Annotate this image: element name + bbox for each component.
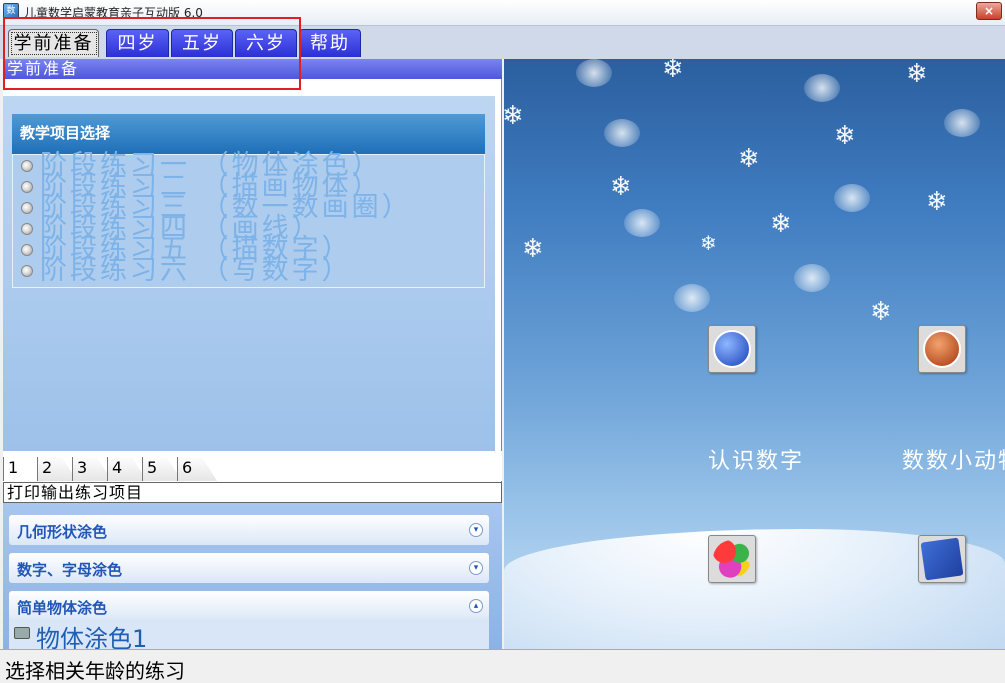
print-groups-area: 几何形状涂色 ▾ 数字、字母涂色 ▾ 简单物体涂色 ▴ 物体涂色1 <box>3 503 502 653</box>
print-section-title: 打印输出练习项目 <box>3 482 502 503</box>
app-color-balls[interactable] <box>708 535 756 583</box>
page-tab-6[interactable]: 6 <box>177 457 217 481</box>
chevron-up-icon[interactable]: ▴ <box>469 599 483 613</box>
project-list: 阶段练习一 （物体涂色） 阶段练习二 （描画物体） 阶段练习三 （数一数画圈） … <box>12 150 485 288</box>
app-drawing-tools[interactable] <box>918 535 966 583</box>
chevron-down-icon[interactable]: ▾ <box>469 561 483 575</box>
radio-icon[interactable] <box>21 265 33 277</box>
printer-icon <box>14 627 30 639</box>
animal-icon <box>923 330 961 368</box>
page-tab-4[interactable]: 4 <box>107 457 147 481</box>
window-title: 儿童数学启蒙教育亲子互动版 6.0 <box>24 6 203 20</box>
left-panel: 学前准备 教学项目选择 阶段练习一 （物体涂色） 阶段练习二 （描画物体） 阶段… <box>3 59 502 653</box>
snowflake-icon: ❄ <box>870 297 892 327</box>
app-launcher-area: ❄ ❄ ❄ ❄ ❄ ❄ ❄ ❄ ❄ ❄ ❄ 认识数字 数数小动物 <box>504 59 1005 649</box>
ear-sound-icon <box>713 330 751 368</box>
snow-glow <box>624 209 660 237</box>
snow-glow <box>604 119 640 147</box>
snowflake-icon: ❄ <box>906 59 928 89</box>
drawing-tools-icon <box>920 537 964 581</box>
snow-glow <box>576 59 612 87</box>
section-title: 学前准备 <box>3 59 502 79</box>
project-area: 教学项目选择 阶段练习一 （物体涂色） 阶段练习二 （描画物体） 阶段练习三 （… <box>3 96 495 451</box>
snowflake-icon: ❄ <box>738 144 760 174</box>
app-recognize-numbers[interactable] <box>708 325 756 373</box>
snowflake-icon: ❄ <box>700 231 717 255</box>
tab-label: 学前准备 <box>10 32 97 55</box>
radio-icon[interactable] <box>21 223 33 235</box>
project-label: 阶段练习六 （写数字） <box>40 255 352 286</box>
group-number-letter-coloring[interactable]: 数字、字母涂色 ▾ <box>9 553 489 583</box>
tab-age-5[interactable]: 五岁 <box>171 29 233 57</box>
page-tab-strip: 1 2 3 4 5 6 <box>3 451 502 481</box>
page-tab-2[interactable]: 2 <box>37 457 77 481</box>
snow-glow <box>794 264 830 292</box>
app-logo-icon: 数 <box>3 3 19 19</box>
app-label-count-animals: 数数小动物 <box>902 449 1005 474</box>
page-tab-5[interactable]: 5 <box>142 457 182 481</box>
radio-icon[interactable] <box>21 160 33 172</box>
radio-icon[interactable] <box>21 181 33 193</box>
chevron-down-icon[interactable]: ▾ <box>469 523 483 537</box>
snow-glow <box>804 74 840 102</box>
radio-icon[interactable] <box>21 202 33 214</box>
tab-age-4[interactable]: 四岁 <box>106 29 169 57</box>
snow-glow <box>674 284 710 312</box>
print-item[interactable]: 物体涂色1 <box>9 619 489 653</box>
snow-glow <box>834 184 870 212</box>
page-tab-3[interactable]: 3 <box>72 457 112 481</box>
status-bar: 选择相关年龄的练习 <box>0 649 1005 683</box>
snow-glow <box>944 109 980 137</box>
snowflake-icon: ❄ <box>610 172 632 202</box>
snowflake-icon: ❄ <box>522 234 544 264</box>
radio-icon[interactable] <box>21 244 33 256</box>
title-bar: 数 儿童数学启蒙教育亲子互动版 6.0 × <box>0 0 1005 26</box>
color-balls-icon <box>713 540 751 578</box>
app-count-animals[interactable] <box>918 325 966 373</box>
group-object-coloring[interactable]: 简单物体涂色 ▴ <box>9 591 489 621</box>
tab-age-6[interactable]: 六岁 <box>235 29 297 57</box>
tab-preschool[interactable]: 学前准备 <box>8 29 99 57</box>
snowflake-icon: ❄ <box>834 121 856 151</box>
snowflake-icon: ❄ <box>504 101 524 131</box>
group-label: 几何形状涂色 <box>17 523 108 541</box>
age-tab-strip: 学前准备 四岁 五岁 六岁 帮助 <box>0 26 1005 59</box>
group-label: 简单物体涂色 <box>17 599 108 617</box>
snowflake-icon: ❄ <box>926 187 948 217</box>
snowflake-icon: ❄ <box>770 209 792 239</box>
project-header: 教学项目选择 <box>12 114 485 154</box>
snowflake-icon: ❄ <box>662 59 684 84</box>
tab-help[interactable]: 帮助 <box>299 29 361 57</box>
status-text: 选择相关年龄的练习 <box>5 659 185 683</box>
close-button[interactable]: × <box>976 2 1002 20</box>
app-label-recognize-numbers: 认识数字 <box>708 449 805 474</box>
project-option-6[interactable]: 阶段练习六 （写数字） <box>13 255 484 286</box>
group-geometry-coloring[interactable]: 几何形状涂色 ▾ <box>9 515 489 545</box>
group-label: 数字、字母涂色 <box>17 561 123 579</box>
